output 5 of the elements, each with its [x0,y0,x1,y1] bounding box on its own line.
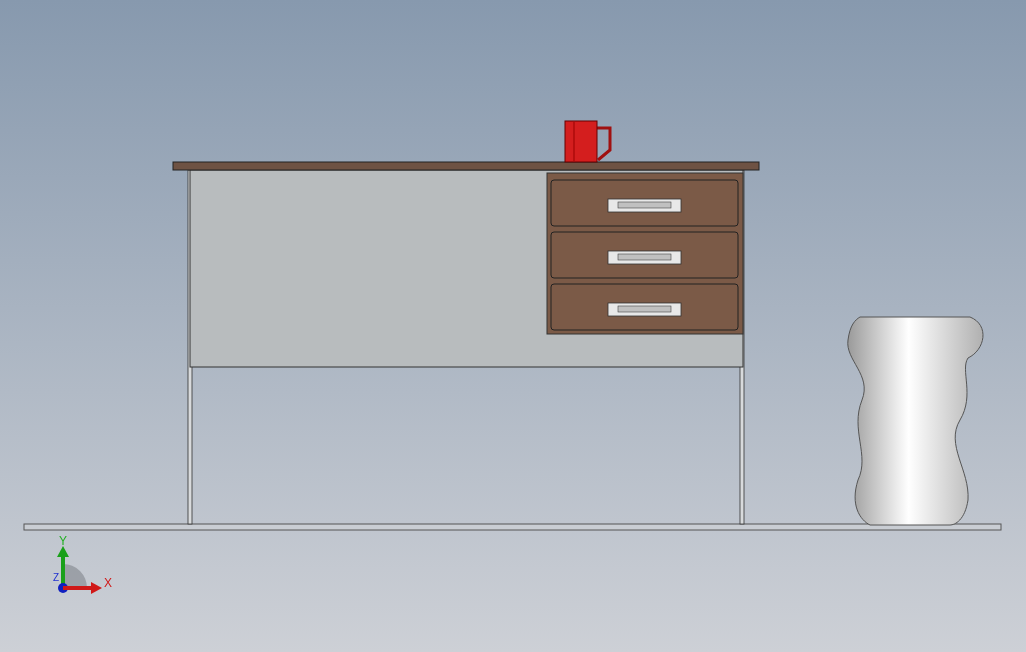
axis-label: X [104,576,112,590]
mug-drawing [564,120,612,163]
axis-triad-drawing [57,546,102,594]
axis-label: Y [59,534,67,548]
axis-label: Z [53,572,60,583]
